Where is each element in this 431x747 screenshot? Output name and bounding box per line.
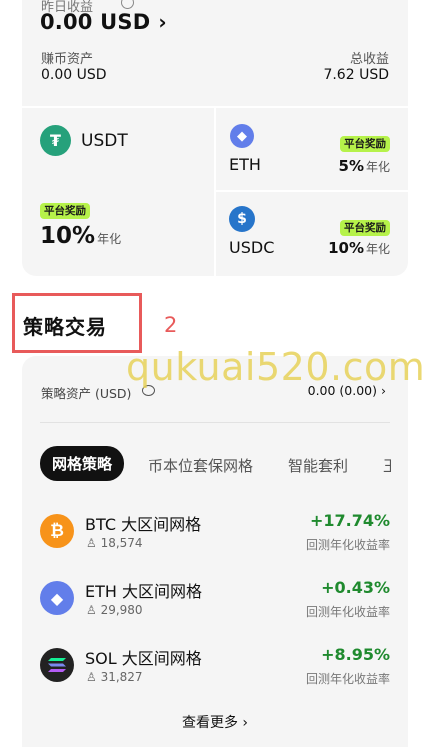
apy-percent: +0.43% — [321, 578, 390, 597]
usdc-icon: $ — [229, 206, 255, 232]
apy-value: 10% — [328, 239, 364, 257]
apy-unit: 年化 — [97, 232, 122, 246]
tab-more[interactable]: 王 — [383, 455, 391, 476]
reward-badge: 平台奖励 — [340, 136, 390, 152]
sol-logo — [48, 658, 66, 672]
users-icon: ♙ — [86, 603, 101, 617]
reward-badge: 平台奖励 — [40, 203, 90, 219]
apy-label: 回测年化收益率 — [305, 672, 390, 686]
strategy-assets-label: 策略资产 (USD) — [41, 386, 132, 401]
annotation-number: 2 — [164, 313, 178, 337]
apy-rate: 10% 年化 — [328, 239, 390, 257]
user-count: ♙ 18,574 — [86, 536, 143, 550]
divider — [40, 422, 390, 423]
user-count: ♙ 29,980 — [86, 603, 143, 617]
apy-label: 回测年化收益率 — [305, 605, 390, 619]
user-count-value: 31,827 — [100, 670, 143, 684]
strategy-name: SOL 大区间网格 — [85, 649, 202, 668]
coin-name: ETH — [229, 155, 261, 174]
user-count: ♙ 31,827 — [86, 670, 143, 684]
users-icon: ♙ — [86, 536, 101, 550]
sol-icon — [40, 648, 74, 682]
coin-name: USDT — [81, 131, 128, 151]
user-count-value: 18,574 — [100, 536, 143, 550]
apy-rate: 10% 年化 — [40, 223, 121, 249]
btc-icon: ₿ — [40, 514, 74, 548]
total-value-text: 0.00 USD — [40, 10, 151, 34]
strategy-card: 策略资产 (USD) 0.00 (0.00) › 网格策略 币本位套保网格 智能… — [22, 356, 408, 747]
earn-assets-label: 赚币资产 — [41, 52, 94, 67]
apy-percent: +8.95% — [321, 645, 390, 664]
apy-value: 5% — [338, 157, 364, 175]
apy-unit: 年化 — [365, 160, 390, 174]
apy-unit: 年化 — [365, 242, 390, 256]
tab-grid-strategy[interactable]: 网格策略 — [40, 446, 125, 481]
apy-rate: 5% 年化 — [339, 157, 390, 175]
annotation-box — [12, 293, 142, 353]
total-income-label: 总收益 — [349, 52, 389, 67]
usdt-icon: ₮ — [40, 125, 71, 156]
apy-label: 回测年化收益率 — [305, 538, 390, 552]
eth-icon: ◆ — [40, 581, 74, 615]
users-icon: ♙ — [86, 670, 101, 684]
watermark: qukuai520.com — [126, 345, 426, 389]
earnings-card: 昨日收益 0.00 USD › 赚币资产 0.00 USD 总收益 7.62 US… — [22, 0, 408, 276]
earn-assets-value: 0.00 USD — [41, 67, 107, 83]
apy-percent: +17.74% — [309, 511, 390, 530]
eth-icon: ◆ — [230, 124, 254, 148]
tab-smart-arbitrage[interactable]: 智能套利 — [288, 455, 348, 476]
total-income-value: 7.62 USD — [323, 67, 389, 83]
coin-name: USDC — [229, 238, 275, 257]
chevron-right-icon: › — [158, 10, 167, 34]
view-more-link[interactable]: 查看更多 › — [22, 712, 408, 732]
strategy-name: BTC 大区间网格 — [85, 515, 202, 534]
total-value[interactable]: 0.00 USD › — [40, 10, 167, 34]
reward-badge: 平台奖励 — [340, 220, 390, 236]
info-icon[interactable] — [121, 0, 134, 9]
divider — [216, 190, 408, 192]
strategy-name: ETH 大区间网格 — [85, 582, 203, 601]
tab-coin-margined-hedge-grid[interactable]: 币本位套保网格 — [148, 455, 253, 476]
user-count-value: 29,980 — [100, 603, 143, 617]
apy-value: 10% — [40, 223, 96, 249]
